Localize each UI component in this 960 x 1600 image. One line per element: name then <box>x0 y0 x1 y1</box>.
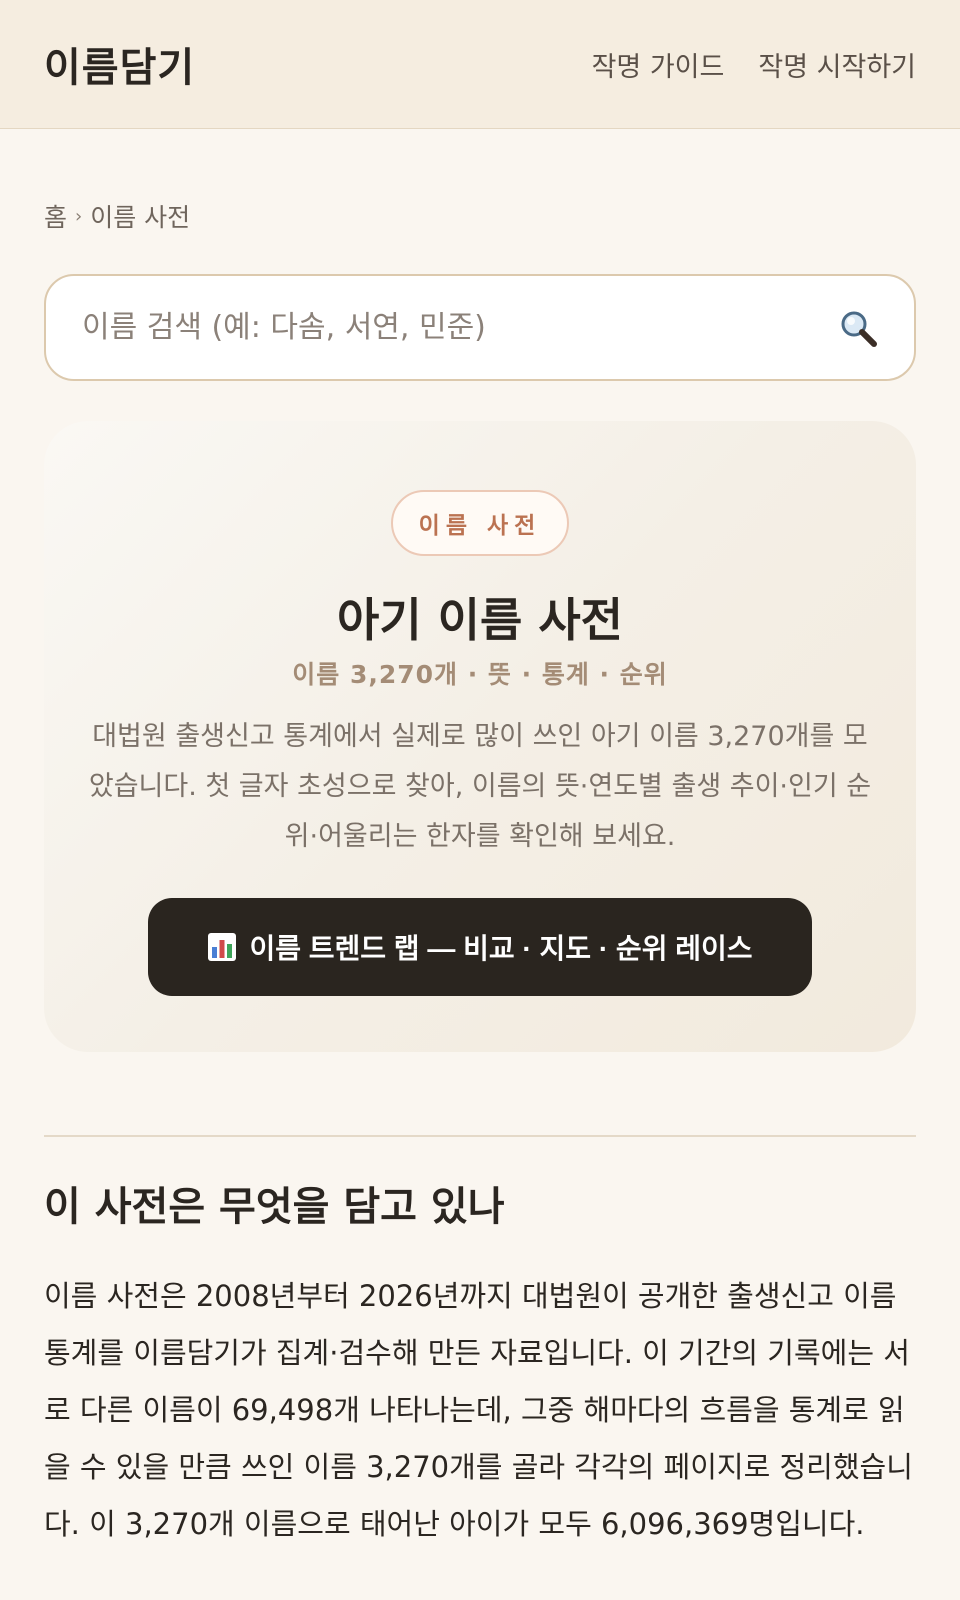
nav-naming-guide[interactable]: 작명 가이드 <box>592 45 725 84</box>
hero-description: 대법원 출생신고 통계에서 실제로 많이 쓰인 아기 이름 3,270개를 모았… <box>88 721 872 852</box>
breadcrumb: 홈 › 이름 사전 <box>44 198 190 234</box>
search-box <box>44 274 916 381</box>
section-title: 이 사전은 무엇을 담고 있나 <box>44 1183 505 1230</box>
site-header: 이름담기 작명 가이드 작명 시작하기 <box>0 0 960 129</box>
site-logo[interactable]: 이름담기 <box>44 35 195 93</box>
search-icon[interactable] <box>838 308 878 348</box>
trend-lab-button[interactable]: 이름 트렌드 랩 — 비교 · 지도 · 순위 레이스 <box>148 898 812 996</box>
breadcrumb-current: 이름 사전 <box>90 203 191 232</box>
hero-card: 이름 사전 아기 이름 사전 이름 3,270개 · 뜻 · 통계 · 순위 대… <box>44 421 916 1052</box>
trend-lab-button-label: 이름 트렌드 랩 — 비교 · 지도 · 순위 레이스 <box>249 933 753 964</box>
bar-chart-icon <box>208 933 237 961</box>
nav-start-naming[interactable]: 작명 시작하기 <box>758 45 916 84</box>
hero-subtitle: 이름 3,270개 · 뜻 · 통계 · 순위 <box>292 660 668 689</box>
page-title: 아기 이름 사전 <box>337 593 623 647</box>
main-nav: 작명 가이드 작명 시작하기 <box>592 45 916 84</box>
section-body: 이름 사전은 2008년부터 2026년까지 대법원이 공개한 출생신고 이름 … <box>44 1279 913 1541</box>
breadcrumb-home[interactable]: 홈 <box>44 198 67 234</box>
hero-badge: 이름 사전 <box>391 490 569 556</box>
section-divider <box>44 1135 916 1137</box>
search-input[interactable] <box>82 310 838 345</box>
breadcrumb-separator: › <box>75 205 83 227</box>
